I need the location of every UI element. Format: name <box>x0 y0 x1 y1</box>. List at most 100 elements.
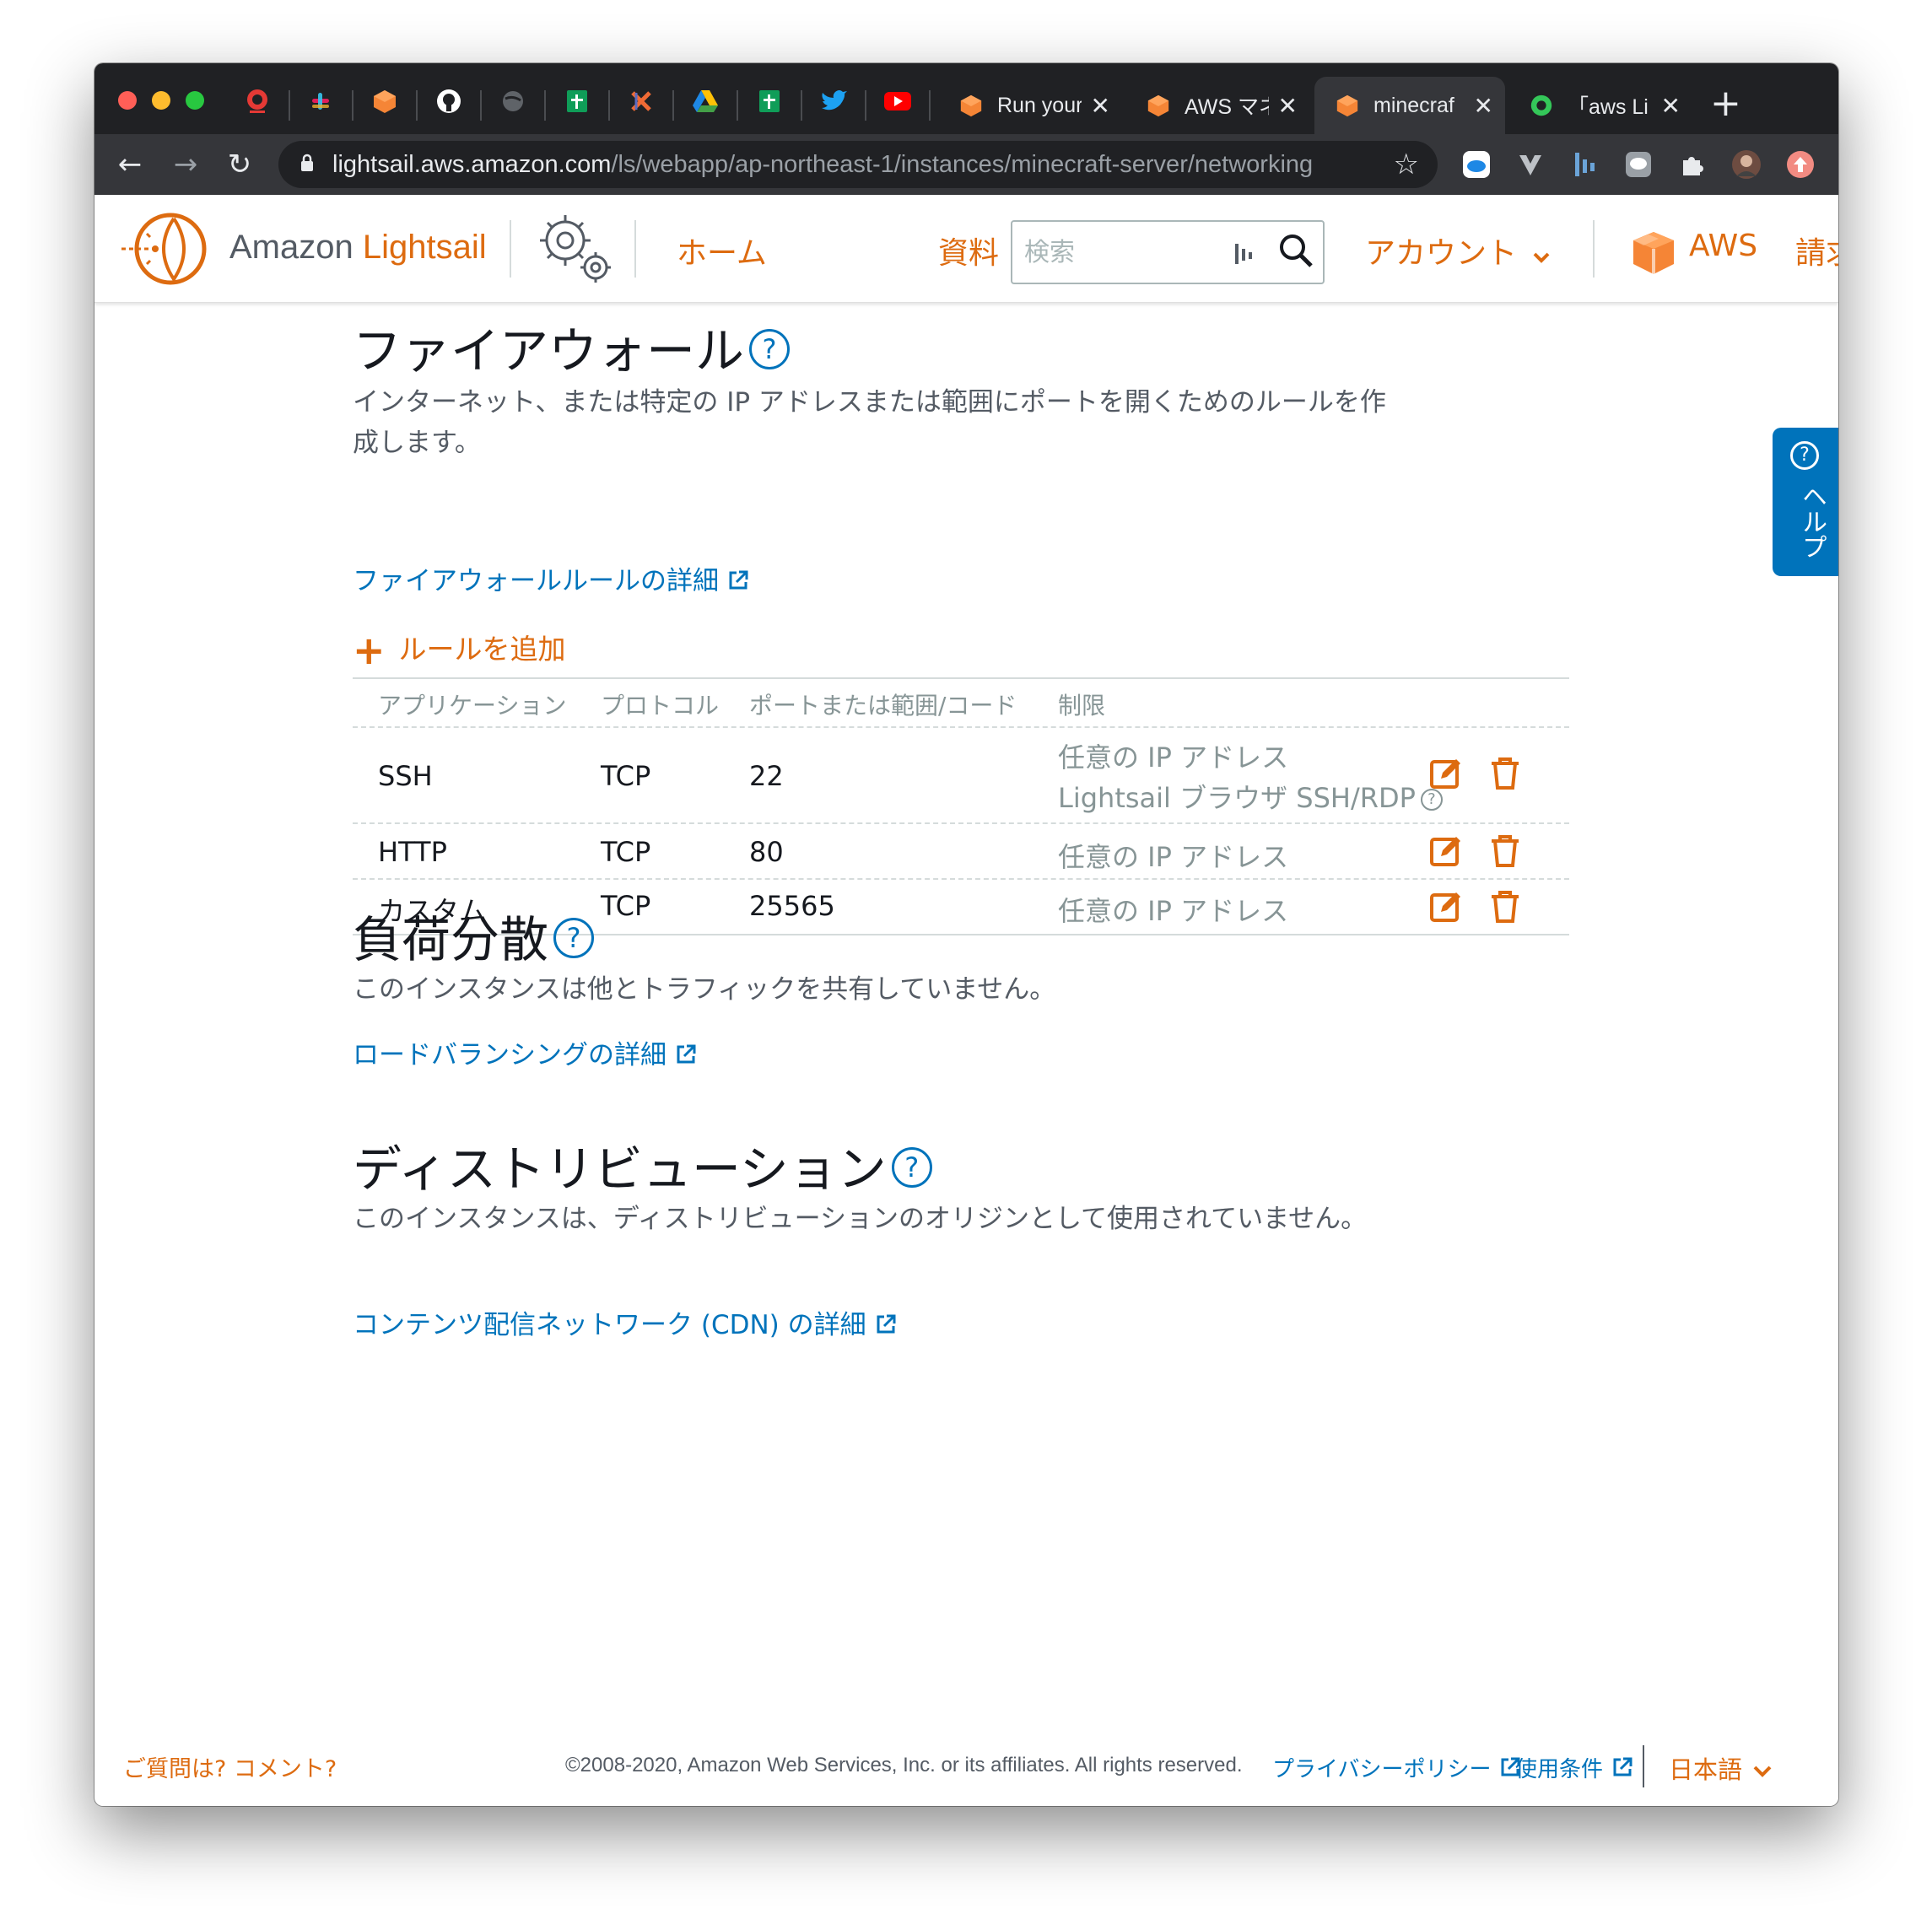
back-icon[interactable]: ← <box>111 146 148 183</box>
load-balancing-learn-more-link[interactable]: ロードバランシングの詳細 <box>353 1033 697 1071</box>
edit-icon[interactable] <box>1429 757 1463 790</box>
v-extension-icon[interactable] <box>1515 149 1546 180</box>
lightsail-cube-icon[interactable] <box>368 84 402 118</box>
language-selector[interactable]: 日本語 <box>1669 1750 1773 1786</box>
close-window-button[interactable] <box>118 91 137 110</box>
nav-account[interactable]: アカウント <box>1365 229 1551 272</box>
help-question-icon: ? <box>1790 441 1819 470</box>
tool-icon[interactable] <box>624 84 658 118</box>
tab-minecraft[interactable]: minecraf ✕ <box>1314 77 1505 134</box>
address-bar[interactable]: lightsail.aws.amazon.com/ls/webapp/ap-no… <box>278 141 1438 188</box>
cell-protocol: TCP <box>601 760 651 792</box>
firewall-help-icon[interactable]: ? <box>749 328 791 369</box>
cell-application: HTTP <box>378 836 447 868</box>
url-path: /ls/webapp/ap-northeast-1/instances/mine… <box>611 151 1314 178</box>
distribution-section-title: ディストリビューション? <box>353 1129 932 1200</box>
nav-aws[interactable]: AWS <box>1689 229 1757 263</box>
new-tab-button[interactable]: + <box>1710 82 1741 125</box>
cell-port: 25565 <box>749 890 835 922</box>
search-input[interactable] <box>1024 234 1218 271</box>
account-label: アカウント <box>1365 236 1518 271</box>
nav-home[interactable]: ホーム <box>677 229 767 272</box>
add-rule-button[interactable]: + ルールを追加 <box>353 627 566 673</box>
profile-avatar[interactable] <box>1731 149 1762 180</box>
brand-prefix: Amazon <box>229 229 353 266</box>
search-box[interactable] <box>1011 220 1325 284</box>
close-tab-icon[interactable]: ✕ <box>1474 92 1493 120</box>
firewall-section-title: ファイアウォール? <box>353 311 791 382</box>
help-panel-tab[interactable]: ? ヘルプ <box>1773 428 1838 576</box>
brand-accent: Lightsail <box>362 229 487 266</box>
privacy-policy-link[interactable]: プライバシーポリシー <box>1272 1752 1521 1783</box>
aws-cube-icon[interactable] <box>1632 230 1676 276</box>
load-balancing-link-text: ロードバランシングの詳細 <box>353 1040 666 1070</box>
twitter-icon[interactable] <box>817 84 850 118</box>
google-drive-icon[interactable] <box>688 84 722 118</box>
github-icon[interactable] <box>432 84 466 118</box>
delete-trash-icon[interactable] <box>1488 757 1522 790</box>
extensions-puzzle-icon[interactable] <box>1677 149 1708 180</box>
add-rule-label: ルールを追加 <box>398 633 566 666</box>
lightsail-logo-icon[interactable] <box>121 212 213 286</box>
column-header: ポートまたは範囲/コード <box>749 692 1017 720</box>
tab-title: 「aws Li <box>1568 95 1649 119</box>
firewall-rules-table: アプリケーション プロトコル ポートまたは範囲/コード 制限 SSH TCP 2… <box>353 677 1569 935</box>
search-icon[interactable] <box>1277 232 1314 269</box>
cdn-link-text: コンテンツ配信ネットワーク (CDN) の詳細 <box>353 1310 866 1340</box>
tab-title: AWS マネ <box>1185 95 1269 119</box>
help-icon[interactable]: ? <box>1420 789 1443 811</box>
settings-gear-icon[interactable] <box>533 208 618 289</box>
firewall-link-text: ファイアウォールルールの詳細 <box>353 566 719 596</box>
cloud-extension-icon[interactable] <box>1461 149 1492 180</box>
delete-trash-icon[interactable] <box>1488 834 1522 868</box>
cdn-learn-more-link[interactable]: コンテンツ配信ネットワーク (CDN) の詳細 <box>353 1303 897 1341</box>
url-host: lightsail.aws.amazon.com <box>332 151 612 178</box>
minimize-window-button[interactable] <box>152 91 170 110</box>
cell-restriction: 任意の IP アドレス <box>1058 895 1289 927</box>
terms-link[interactable]: 使用条件 <box>1515 1752 1633 1783</box>
bars-extension-icon[interactable] <box>1569 149 1600 180</box>
forward-icon[interactable]: → <box>167 146 204 183</box>
load-balancing-description: このインスタンスは他とトラフィックを共有していません。 <box>353 974 1056 1005</box>
delete-trash-icon[interactable] <box>1488 890 1522 924</box>
firewall-learn-more-link[interactable]: ファイアウォールルールの詳細 <box>353 559 749 597</box>
cell-protocol: TCP <box>601 836 651 868</box>
line-extension-icon[interactable] <box>1623 149 1654 180</box>
distribution-help-icon[interactable]: ? <box>891 1146 932 1188</box>
globe-icon[interactable] <box>496 84 530 118</box>
table-row: SSH TCP 22 任意の IP アドレス Lightsail ブラウザ SS… <box>353 728 1569 824</box>
load-balancing-help-icon[interactable]: ? <box>553 917 595 958</box>
external-link-icon <box>877 1314 896 1334</box>
sheets-icon[interactable] <box>560 84 594 118</box>
cell-application: SSH <box>378 760 433 792</box>
update-icon[interactable] <box>1785 149 1816 180</box>
close-tab-icon[interactable]: ✕ <box>1278 92 1298 120</box>
chevron-down-icon <box>1753 1766 1772 1777</box>
tab-title: Run your <box>997 93 1082 117</box>
nav-docs[interactable]: 資料 <box>938 229 999 272</box>
cell-restriction: 任意の IP アドレス <box>1058 741 1289 774</box>
bookmark-star-icon[interactable]: ☆ <box>1394 148 1419 181</box>
lock-icon <box>301 154 313 171</box>
feedback-link[interactable]: ご質問は? コメント? <box>123 1750 337 1783</box>
restriction-browser-text: Lightsail ブラウザ SSH/RDP <box>1058 782 1416 814</box>
close-tab-icon[interactable]: ✕ <box>1661 92 1681 120</box>
edit-icon[interactable] <box>1429 890 1463 924</box>
tab-aws-console[interactable]: AWS マネ ✕ <box>1125 77 1309 134</box>
tab-aws-search[interactable]: 「aws Li ✕ <box>1508 77 1692 134</box>
brand-name[interactable]: Amazon Lightsail <box>229 229 487 267</box>
edit-icon[interactable] <box>1429 834 1463 868</box>
youtube-icon[interactable] <box>881 84 915 118</box>
nav-billing[interactable]: 請求 <box>1795 229 1838 272</box>
page-footer: ご質問は? コメント? ©2008-2020, Amazon Web Servi… <box>94 1745 1838 1806</box>
close-tab-icon[interactable]: ✕ <box>1091 92 1110 120</box>
sheets-icon-2[interactable] <box>753 84 786 118</box>
firewall-description: インターネット、または特定の IP アドレスまたは範囲にポートを開くためのルール… <box>353 387 1386 458</box>
tab-run-your[interactable]: Run your ✕ <box>938 77 1122 134</box>
zoom-window-button[interactable] <box>186 91 204 110</box>
privacy-label: プライバシーポリシー <box>1272 1757 1492 1782</box>
slack-icon[interactable] <box>304 84 337 118</box>
reload-icon[interactable]: ↻ <box>221 146 258 183</box>
cell-port: 22 <box>749 760 784 792</box>
pinned-tab-icon[interactable] <box>240 84 274 118</box>
